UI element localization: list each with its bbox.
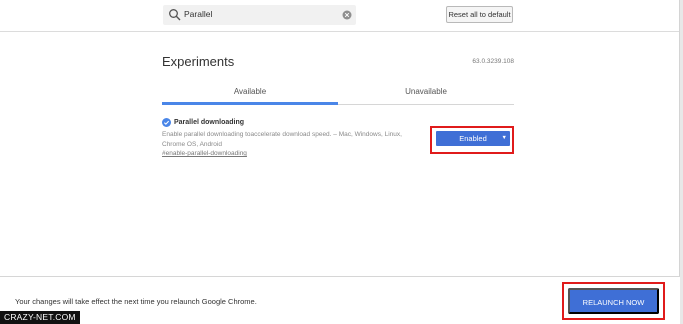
clear-icon[interactable] bbox=[342, 10, 352, 20]
relaunch-message: Your changes will take effect the next t… bbox=[15, 297, 257, 306]
page-title: Experiments bbox=[162, 54, 235, 69]
experiment-name: Parallel downloading bbox=[174, 119, 245, 126]
chevron-down-icon: ▼ bbox=[501, 135, 507, 141]
experiment-state-select[interactable]: Enabled ▼ bbox=[436, 131, 510, 146]
check-circle-icon bbox=[162, 118, 171, 127]
tab-unavailable[interactable]: Unavailable bbox=[338, 80, 514, 104]
search-value: Parallel bbox=[184, 9, 213, 19]
flags-header: Parallel Reset all to default bbox=[0, 0, 683, 32]
active-tab-indicator bbox=[162, 102, 338, 105]
tab-available[interactable]: Available bbox=[162, 80, 338, 104]
version-label: 63.0.3239.108 bbox=[472, 58, 514, 65]
watermark: CRAZY-NET.COM bbox=[0, 311, 80, 324]
search-icon bbox=[169, 9, 181, 21]
search-input[interactable]: Parallel bbox=[163, 5, 356, 25]
select-value: Enabled bbox=[459, 134, 487, 143]
reset-all-button[interactable]: Reset all to default bbox=[446, 6, 513, 23]
tab-bar: Available Unavailable bbox=[162, 80, 514, 105]
experiment-description: Enable parallel downloading toaccelerate… bbox=[162, 131, 402, 148]
experiment-link[interactable]: #enable-parallel-downloading bbox=[162, 150, 247, 157]
relaunch-now-button[interactable]: RELAUNCH NOW bbox=[568, 288, 659, 314]
